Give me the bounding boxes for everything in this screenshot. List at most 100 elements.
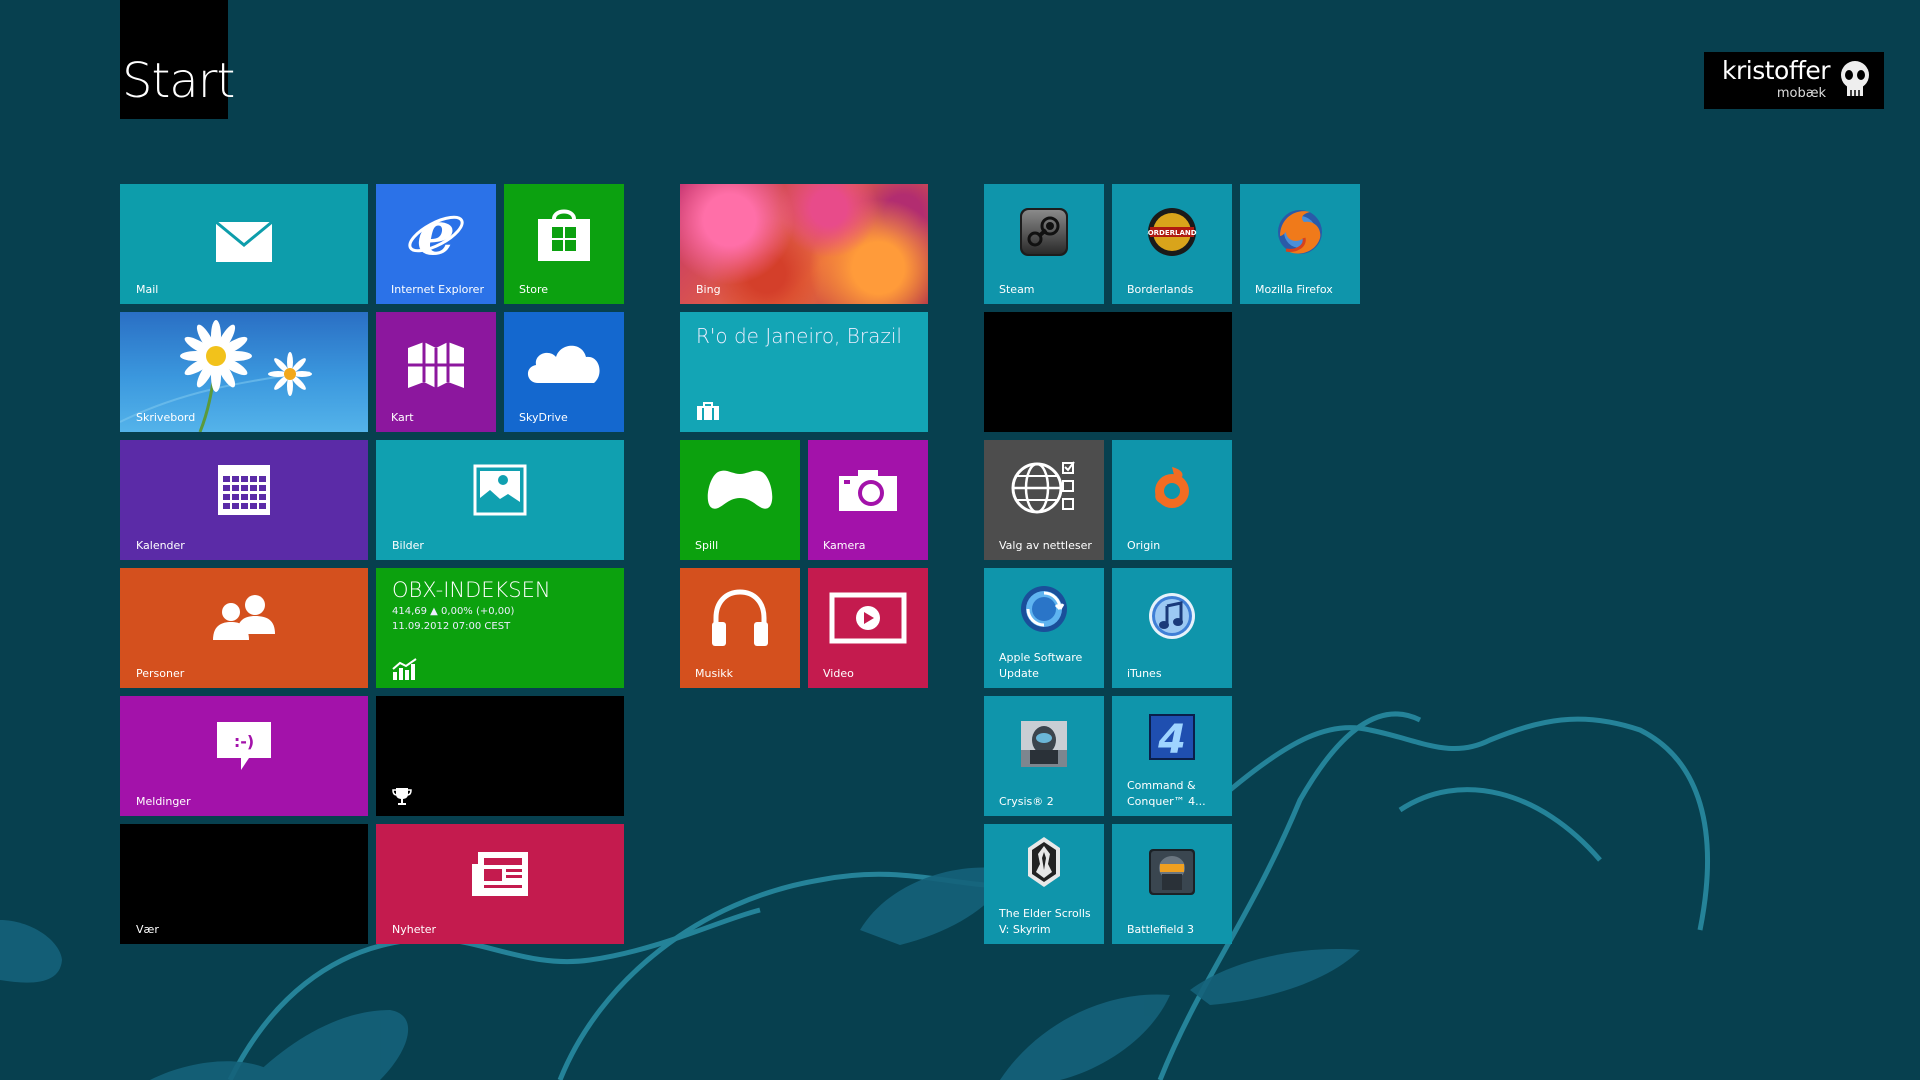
tile-firefox[interactable]: Mozilla Firefox [1240,184,1360,304]
travel-destination: R'o de Janeiro, Brazil [696,324,902,348]
tile-borderlands[interactable]: BORDERLANDS Borderlands [1112,184,1232,304]
tile-label: Store [519,283,549,296]
camera-icon [839,470,897,512]
user-account[interactable]: kristoffer mobæk [1704,52,1884,109]
tile-label: Apple Software Update [999,651,1083,680]
mail-icon [215,220,273,262]
cloud-icon [527,346,600,384]
tile-maps[interactable]: Kart [376,312,496,432]
tile-desktop[interactable]: Skrivebord [120,312,368,432]
tile-label: Kalender [136,539,185,552]
video-icon [829,592,907,644]
tile-games-achievements[interactable] [376,696,624,816]
tile-label: Meldinger [136,795,191,808]
svg-text:4: 4 [1157,717,1186,761]
tile-label: Vær [136,923,159,936]
tile-travel[interactable]: R'o de Janeiro, Brazil [680,312,928,432]
chart-icon [392,658,417,680]
finance-quote: 414,69 ▲ 0,00% (+0,00) [392,606,515,617]
command-conquer-icon: 4 [1149,713,1195,761]
tile-label: Bing [696,283,721,296]
tile-label: Command & Conquer™ 4... [1127,779,1206,808]
page-title: Start [122,53,235,109]
tile-label: Mozilla Firefox [1255,283,1333,296]
tile-label: Steam [999,283,1035,296]
messaging-icon: :-) [217,722,271,771]
tile-itunes[interactable]: iTunes [1112,568,1232,688]
itunes-icon [1149,593,1195,639]
tile-label: Video [823,667,854,680]
tile-finance[interactable]: OBX-INDEKSEN 414,69 ▲ 0,00% (+0,00) 11.0… [376,568,624,688]
trophy-icon [392,788,412,805]
tile-bing[interactable]: Bing [680,184,928,304]
tile-steam[interactable]: Steam [984,184,1104,304]
news-icon [472,852,528,897]
tile-label: Borderlands [1127,283,1194,296]
tile-label: Crysis® 2 [999,795,1054,808]
tile-skydrive[interactable]: SkyDrive [504,312,624,432]
tile-label: Valg av nettleser [999,539,1092,552]
photos-icon [473,464,527,516]
crysis-icon [1021,721,1067,767]
avatar [1841,61,1869,96]
tile-video[interactable]: Video [808,568,928,688]
steam-icon [1020,208,1068,256]
tile-label: Internet Explorer [391,283,484,296]
calendar-icon [218,465,270,516]
tile-store[interactable]: Store [504,184,624,304]
tile-origin[interactable]: Origin [1112,440,1232,560]
tile-label: Personer [136,667,185,680]
maps-icon [408,341,464,388]
finance-timestamp: 11.09.2012 07:00 CEST [392,621,511,632]
store-icon [538,209,590,262]
tile-label: Musikk [695,667,733,680]
browser-choice-icon [1011,461,1075,514]
battlefield-icon [1149,849,1195,895]
headphones-icon [712,589,768,647]
tile-weather[interactable]: Vær [120,824,368,944]
tile-news[interactable]: Nyheter [376,824,624,944]
tile-label: Origin [1127,539,1161,552]
tile-internet-explorer[interactable]: e Internet Explorer [376,184,496,304]
borderlands-icon: BORDERLANDS [1147,208,1197,256]
tile-blank[interactable] [984,312,1232,432]
tile-label: Kamera [823,539,866,552]
tile-camera[interactable]: Kamera [808,440,928,560]
tile-games[interactable]: Spill [680,440,800,560]
svg-text:BORDERLANDS: BORDERLANDS [1147,229,1197,237]
suitcase-icon [697,402,719,420]
tile-label: Bilder [392,539,424,552]
apple-update-icon [1021,585,1067,632]
tile-apple-software-update[interactable]: Apple Software Update [984,568,1104,688]
tile-battlefield-3[interactable]: Battlefield 3 [1112,824,1232,944]
user-first-name: kristoffer [1722,56,1831,85]
svg-text::-): :-) [234,732,254,751]
tile-label: Skrivebord [136,411,196,424]
tile-skyrim[interactable]: The Elder Scrolls V: Skyrim [984,824,1104,944]
tile-crysis-2[interactable]: Crysis® 2 [984,696,1104,816]
tile-label: Kart [391,411,414,424]
internet-explorer-icon: e [408,204,464,264]
svg-text:e: e [417,204,455,264]
tile-label: Mail [136,283,159,296]
tile-label: The Elder Scrolls V: Skyrim [999,907,1091,936]
tile-label: Spill [695,539,719,552]
tile-browser-choice[interactable]: Valg av nettleser [984,440,1104,560]
firefox-icon [1278,210,1322,254]
start-title-box: Start [120,0,235,119]
skyrim-icon [1028,837,1060,888]
gamepad-icon [707,471,773,510]
origin-icon [1155,467,1189,508]
tile-music[interactable]: Musikk [680,568,800,688]
tile-messaging[interactable]: :-) Meldinger [120,696,368,816]
tile-photos[interactable]: Bilder [376,440,624,560]
tile-label: SkyDrive [519,411,568,424]
tile-command-conquer-4[interactable]: 4 Command & Conquer™ 4... [1112,696,1232,816]
tile-calendar[interactable]: Kalender [120,440,368,560]
people-icon [213,595,275,641]
tile-label: Nyheter [392,923,437,936]
finance-title: OBX-INDEKSEN [392,578,551,602]
tile-mail[interactable]: Mail [120,184,368,304]
tile-people[interactable]: Personer [120,568,368,688]
user-last-name: mobæk [1776,86,1826,101]
